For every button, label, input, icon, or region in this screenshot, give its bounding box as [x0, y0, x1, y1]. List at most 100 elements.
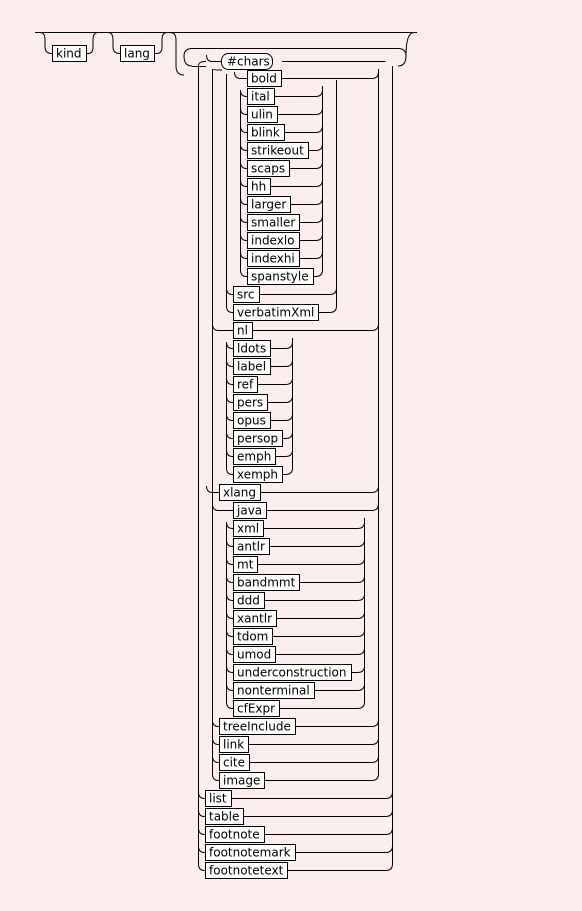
- node-opus: opus: [233, 412, 271, 429]
- node-label: ref: [237, 378, 254, 392]
- node-label: xlang: [223, 486, 256, 500]
- node-xlang: xlang: [219, 484, 261, 501]
- node-blink: blink: [247, 124, 285, 141]
- node-label: src: [237, 288, 255, 302]
- node-label: lang: [124, 47, 150, 61]
- branch-in: [198, 827, 205, 835]
- branch-out: [296, 845, 393, 853]
- node-footnotetext: footnotetext: [205, 862, 288, 879]
- branch-out: [296, 719, 379, 727]
- node-ldots: ldots: [233, 340, 271, 357]
- branch-out: [265, 827, 393, 835]
- loop-entry: [169, 32, 185, 76]
- node-label: tdom: [237, 630, 268, 644]
- node-label: bandmmt: [237, 576, 296, 590]
- optional-out: [87, 32, 99, 54]
- node-persop: persop: [233, 430, 283, 447]
- branch-in: [226, 449, 233, 457]
- node-label: #chars: [227, 55, 270, 69]
- node-label: emph: [237, 450, 271, 464]
- optional-in: [39, 32, 53, 54]
- node-ddd: ddd: [233, 592, 265, 609]
- branch-out: [244, 809, 393, 817]
- branch-out: [315, 683, 365, 691]
- branch-in: [226, 557, 233, 565]
- syntax-diagram: kind lang #chars bold ital ulin blink strikeout…: [35, 32, 417, 879]
- node-nl: nl: [233, 322, 253, 339]
- branch-out: [300, 233, 323, 241]
- node-label: indexhi: [251, 252, 295, 266]
- branch-out: [265, 773, 379, 781]
- node-indexhi: indexhi: [247, 250, 300, 267]
- branch-out: [271, 179, 323, 187]
- node-label: blink: [251, 126, 280, 140]
- branch-in: [226, 593, 233, 601]
- branch-out: [314, 269, 323, 277]
- branch-out: [249, 737, 379, 745]
- node-label: cfExpr: [237, 702, 275, 716]
- branch-out: [276, 449, 293, 457]
- branch-out: [300, 575, 365, 583]
- branch-in: [206, 54, 221, 62]
- node-label: scaps: [251, 162, 285, 176]
- branch-out: [271, 341, 293, 349]
- branch-out: [271, 413, 293, 421]
- node-label: cite: [223, 756, 245, 770]
- branch-in: [198, 845, 205, 853]
- node-list: list: [205, 790, 232, 807]
- node-label: ddd: [237, 594, 260, 608]
- branch-in: [240, 89, 247, 97]
- node-indexlo: indexlo: [247, 232, 300, 249]
- branch-in: [226, 665, 233, 673]
- branch-in: [226, 683, 233, 691]
- branch-out: [300, 251, 323, 259]
- node-label: image: [223, 774, 260, 788]
- node-label: java: [236, 504, 262, 518]
- node-cfexpr: cfExpr: [233, 700, 280, 717]
- branch-out: [271, 359, 293, 367]
- node-label: label: [233, 358, 271, 375]
- branch-out: [265, 593, 365, 601]
- branch-in: [226, 647, 233, 655]
- branch-out: [288, 863, 393, 871]
- node-label: antlr: [237, 540, 265, 554]
- branch-out: [283, 467, 293, 475]
- node-label: spanstyle: [251, 270, 309, 284]
- branch-in: [198, 791, 205, 799]
- node-footnote: footnote: [205, 826, 265, 843]
- node-label: mt: [237, 558, 254, 572]
- node-label: xml: [237, 522, 259, 536]
- node-label: footnote: [209, 828, 260, 842]
- branch-in: [212, 755, 219, 763]
- branch-in: [226, 431, 233, 439]
- rail-curve: [198, 60, 207, 67]
- branch-in: [226, 413, 233, 421]
- node-label: label: [237, 360, 266, 374]
- branch-in: [226, 701, 233, 709]
- node-xml: xml: [233, 520, 264, 537]
- branch-in: [240, 179, 247, 187]
- node-underconstruction: underconstruction: [233, 664, 352, 681]
- branch-in: [234, 71, 247, 79]
- node-umod: umod: [233, 646, 276, 663]
- branch-in: [240, 107, 247, 115]
- branch-in: [226, 629, 233, 637]
- node-bandmmt: bandmmt: [233, 574, 300, 591]
- branch-in: [240, 215, 247, 223]
- diagram-nodes: kind lang #chars bold ital ulin blink strikeout…: [52, 45, 352, 879]
- branch-out: [319, 305, 337, 313]
- node-scaps: scaps: [247, 160, 290, 177]
- node-bold: bold: [247, 70, 282, 87]
- node-label: hh: [251, 180, 266, 194]
- node-image: image: [219, 772, 265, 789]
- branch-out: [291, 197, 323, 205]
- node-table: table: [205, 808, 244, 825]
- branch-in: [226, 359, 233, 367]
- branch-in: [240, 233, 247, 241]
- branch-in: [212, 323, 233, 331]
- node-larger: larger: [247, 196, 291, 213]
- branch-out: [290, 161, 323, 169]
- node-link: link: [219, 736, 249, 753]
- node-label: opus: [237, 414, 266, 428]
- node-label: smaller: [251, 216, 295, 230]
